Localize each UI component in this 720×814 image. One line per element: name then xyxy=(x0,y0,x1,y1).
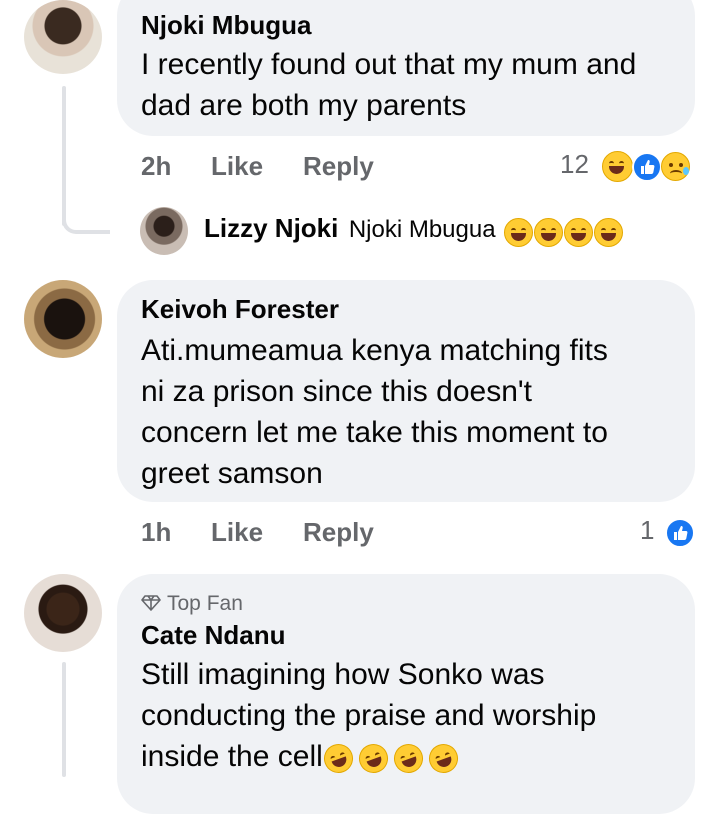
comment-time: 2h xyxy=(141,151,172,181)
reactions-summary[interactable]: 1 xyxy=(640,513,695,548)
like-button[interactable]: Like xyxy=(211,151,263,182)
rofl-icon xyxy=(319,739,357,777)
comment-text-line: I recently found out that my mum and xyxy=(141,48,637,81)
reply-avatar[interactable] xyxy=(140,207,188,255)
diamond-icon xyxy=(141,595,161,611)
laugh-icon xyxy=(602,151,634,183)
comment-text: Ati.mumeamua kenya matching fits ni za p… xyxy=(141,330,675,494)
comment-text-line: dad are both my parents xyxy=(141,89,467,122)
avatar[interactable] xyxy=(24,0,102,74)
comment-text-line: Still imagining how Sonko was xyxy=(141,658,545,691)
comment-bubble: Top Fan Cate Ndanu Still imagining how S… xyxy=(117,574,695,814)
reply-preview[interactable]: Lizzy Njoki Njoki Mbugua xyxy=(204,213,624,248)
comment-text-line: concern let me take this moment to xyxy=(141,416,608,449)
reaction-count: 12 xyxy=(560,149,589,179)
reply-button[interactable]: Reply xyxy=(303,517,374,548)
rofl-icon xyxy=(354,739,392,777)
comment-text-line: Ati.mumeamua kenya matching fits xyxy=(141,334,608,367)
reaction-count: 1 xyxy=(640,515,655,545)
comment-author[interactable]: Cate Ndanu xyxy=(141,620,285,651)
comment-text-line-with-emoji: inside the cell xyxy=(141,736,675,777)
comment-text-line: ni za prison since this doesn't xyxy=(141,375,532,408)
comment-text-line: inside the cell xyxy=(141,740,323,773)
comment-bubble: Keivoh Forester Ati.mumeamua kenya match… xyxy=(117,280,695,502)
reply-text: Njoki Mbugua xyxy=(348,216,496,243)
thread-line xyxy=(62,662,66,777)
comment-bubble: Njoki Mbugua I recently found out that m… xyxy=(117,0,695,136)
laugh-icon xyxy=(504,218,534,248)
top-fan-badge: Top Fan xyxy=(141,592,243,616)
comment-text: I recently found out that my mum and dad… xyxy=(141,44,675,126)
rofl-icon xyxy=(424,739,462,777)
comment-author[interactable]: Keivoh Forester xyxy=(141,294,339,325)
like-icon xyxy=(664,517,695,548)
sad-icon xyxy=(661,152,691,182)
laugh-icon xyxy=(534,218,564,248)
like-button[interactable]: Like xyxy=(211,517,263,548)
laugh-icon xyxy=(594,218,624,248)
like-icon xyxy=(631,151,662,182)
comment-author[interactable]: Njoki Mbugua xyxy=(141,10,311,41)
laugh-icon xyxy=(564,218,594,248)
rofl-icon xyxy=(389,739,427,777)
avatar[interactable] xyxy=(24,280,102,358)
thread-connector xyxy=(62,220,110,234)
comment-time: 1h xyxy=(141,517,172,547)
reactions-summary[interactable]: 12 xyxy=(560,147,691,183)
reply-author[interactable]: Lizzy Njoki xyxy=(204,213,338,243)
reply-button[interactable]: Reply xyxy=(303,151,374,182)
top-fan-label: Top Fan xyxy=(167,592,243,615)
comment-text-line: greet samson xyxy=(141,457,323,490)
thread-line xyxy=(62,86,66,226)
comment-text-line: conducting the praise and worship xyxy=(141,699,597,732)
comment-text: Still imagining how Sonko was conducting… xyxy=(141,654,675,777)
avatar[interactable] xyxy=(24,574,102,652)
